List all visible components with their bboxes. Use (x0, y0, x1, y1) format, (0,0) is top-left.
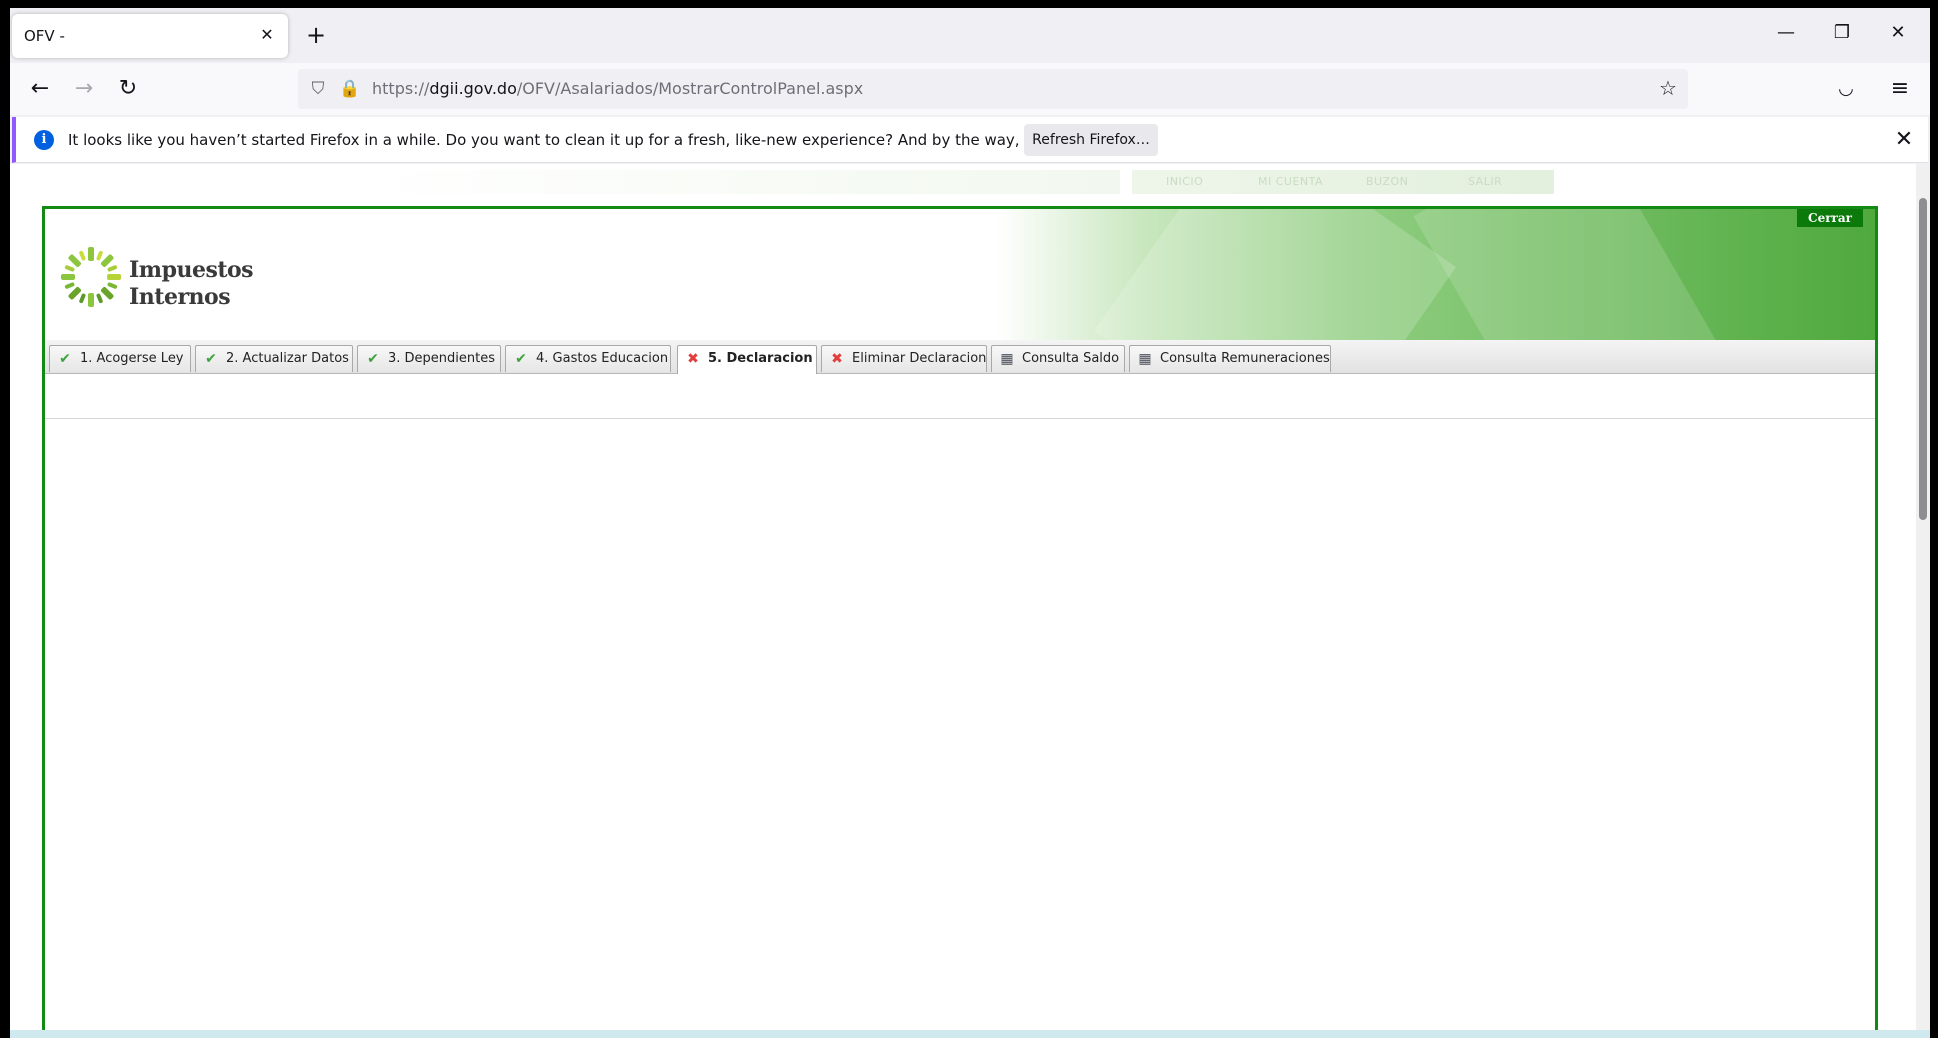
tab-dependientes[interactable]: ✔ 3. Dependientes (357, 345, 501, 372)
menu-salir[interactable]: SALIR (1468, 175, 1502, 188)
tab-label: 1. Acogerse Ley (80, 351, 184, 366)
info-icon: i (34, 130, 54, 150)
tab-acogerse-ley[interactable]: ✔ 1. Acogerse Ley (49, 345, 191, 372)
menu-inicio[interactable]: INICIO (1166, 175, 1203, 188)
url-host: dgii.gov.do (429, 79, 517, 98)
tab-title: OFV - (24, 27, 65, 45)
building-icon: ▦ (1138, 351, 1152, 367)
lock-icon[interactable]: 🔒 (338, 77, 362, 101)
url-bar[interactable]: ⛉ 🔒 https://dgii.gov.do/OFV/Asalariados/… (298, 69, 1688, 109)
header-shine (1413, 209, 1717, 340)
tab-declaracion[interactable]: ✖ 5. Declaracion (677, 345, 817, 374)
bottom-strip (10, 1030, 1930, 1038)
tab-actualizar-datos[interactable]: ✔ 2. Actualizar Datos (195, 345, 353, 372)
bookmark-star-icon[interactable]: ☆ (1656, 77, 1680, 101)
menu-mi-cuenta[interactable]: MI CUENTA (1258, 175, 1323, 188)
notification-close-icon[interactable]: ✕ (1890, 126, 1918, 154)
building-icon: ▦ (1000, 351, 1014, 367)
new-tab-icon[interactable]: + (302, 22, 330, 50)
sun-logo-icon (61, 247, 121, 307)
tab-label: Eliminar Declaracion (852, 351, 987, 366)
panel-header: Cerrar Impuestos Internos (45, 209, 1875, 340)
tab-content-area (45, 375, 1875, 419)
forward-icon[interactable]: → (68, 73, 100, 105)
back-icon[interactable]: ← (24, 73, 56, 105)
restore-icon[interactable]: ❐ (1822, 18, 1862, 48)
menu-icon[interactable]: ≡ (1884, 73, 1916, 105)
reload-icon[interactable]: ↻ (112, 73, 144, 105)
tab-strip: OFV - ✕ + — ❐ ✕ (10, 8, 1930, 63)
logo-text-line2: Internos (129, 284, 231, 310)
check-icon: ✔ (515, 351, 527, 367)
x-icon: ✖ (687, 351, 699, 367)
window-close-icon[interactable]: ✕ (1878, 18, 1918, 48)
scrollbar-thumb[interactable] (1919, 198, 1927, 520)
x-icon: ✖ (831, 351, 843, 367)
check-icon: ✔ (367, 351, 379, 367)
menu-buzon[interactable]: BUZON (1366, 175, 1408, 188)
page-viewport: INICIO MI CUENTA BUZON SALIR Cerrar Impu… (10, 164, 1930, 1038)
tab-close-icon[interactable]: ✕ (256, 24, 278, 46)
header-shine (1093, 209, 1457, 340)
page-scrollbar[interactable] (1916, 164, 1930, 1038)
minimize-icon[interactable]: — (1766, 18, 1806, 48)
close-panel-button[interactable]: Cerrar (1797, 209, 1863, 227)
tab-label: Consulta Saldo (1022, 351, 1120, 366)
tab-label: 4. Gastos Educacion (536, 351, 669, 366)
tab-eliminar-declaracion[interactable]: ✖ Eliminar Declaracion (821, 345, 987, 372)
panel-tabs: ✔ 1. Acogerse Ley ✔ 2. Actualizar Datos … (45, 340, 1875, 374)
url-path: /OFV/Asalariados/MostrarControlPanel.asp… (516, 79, 864, 98)
tab-label: 3. Dependientes (388, 351, 496, 366)
check-icon: ✔ (205, 351, 217, 367)
tab-gastos-educacion[interactable]: ✔ 4. Gastos Educacion (505, 345, 671, 372)
navigation-bar: ← → ↻ ⛉ 🔒 https://dgii.gov.do/OFV/Asalar… (10, 63, 1930, 115)
notification-message: It looks like you haven’t started Firefo… (68, 131, 1138, 149)
browser-window: OFV - ✕ + — ❐ ✕ ← → ↻ ⛉ 🔒 https://dgii.g… (10, 8, 1930, 1038)
faded-header-strip (360, 170, 1120, 194)
refresh-firefox-button[interactable]: Refresh Firefox… (1024, 124, 1158, 156)
control-panel: Cerrar Impuestos Internos ✔ 1. Acogerse … (42, 206, 1878, 1038)
check-icon: ✔ (59, 351, 71, 367)
url-scheme: https:// (372, 79, 430, 98)
tab-label: 5. Declaracion (708, 351, 813, 366)
url-text[interactable]: https://dgii.gov.do/OFV/Asalariados/Most… (372, 79, 863, 98)
tab-consulta-remuneraciones[interactable]: ▦ Consulta Remuneraciones (1129, 345, 1331, 372)
notification-bar: i It looks like you haven’t started Fire… (12, 117, 1928, 163)
faded-top-menu: INICIO MI CUENTA BUZON SALIR (1132, 170, 1554, 194)
tab-consulta-saldo[interactable]: ▦ Consulta Saldo (991, 345, 1125, 372)
pocket-icon[interactable]: ◡ (1830, 73, 1862, 105)
tab-label: 2. Actualizar Datos (226, 351, 349, 366)
browser-tab[interactable]: OFV - ✕ (12, 14, 288, 58)
shield-icon[interactable]: ⛉ (306, 77, 330, 101)
logo-text-line1: Impuestos (129, 257, 254, 283)
tab-label: Consulta Remuneraciones (1160, 351, 1330, 366)
